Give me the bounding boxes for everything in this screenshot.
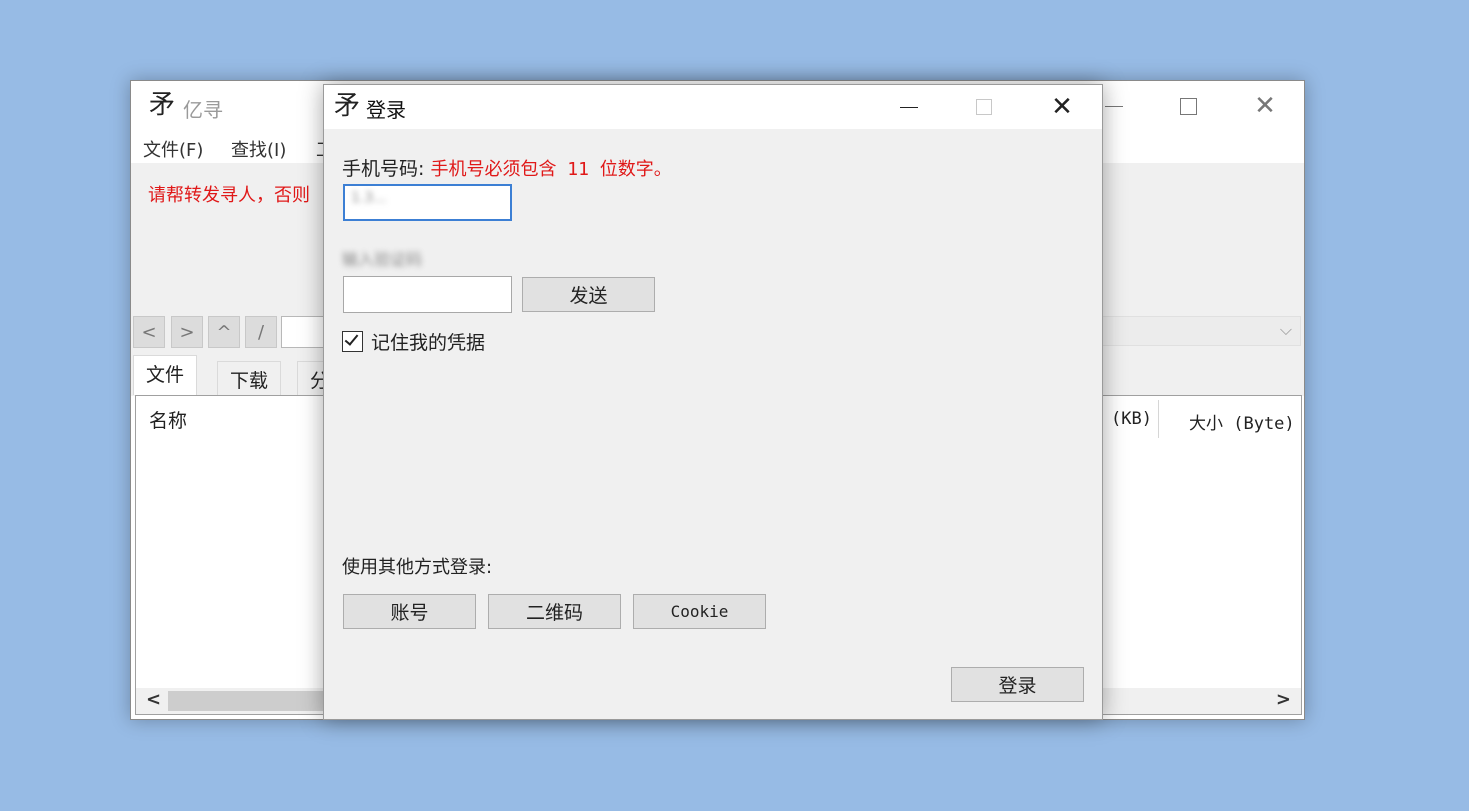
dialog-maximize-button — [946, 85, 1022, 129]
remember-checkbox[interactable] — [342, 331, 363, 352]
verification-code-input[interactable] — [343, 276, 512, 313]
other-login-methods-label: 使用其他方式登录: — [342, 557, 493, 578]
code-input-label: 输入验证码 — [342, 250, 423, 269]
dialog-title: 登录 — [366, 98, 406, 122]
account-login-button[interactable]: 账号 — [343, 594, 476, 629]
maximize-icon — [976, 99, 992, 115]
cookie-login-button[interactable]: Cookie — [633, 594, 766, 629]
close-icon: ✕ — [1051, 92, 1073, 122]
maximize-icon — [1179, 97, 1197, 115]
login-dialog: 矛 登录 ✕ 手机号码: 手机号必须包含 11 位数字。 1.3... 输入验证… — [323, 84, 1103, 720]
minimize-icon — [900, 106, 918, 108]
checkmark-icon — [344, 331, 359, 346]
path-combo[interactable]: ⌵ — [1101, 316, 1301, 346]
phone-input-value: 1.3... — [351, 190, 387, 206]
menu-find[interactable]: 查找(I) — [231, 136, 286, 162]
column-name[interactable]: 名称 — [149, 406, 187, 433]
dialog-close-button[interactable]: ✕ — [1024, 85, 1100, 129]
phone-error-message: 手机号必须包含 11 位数字。 — [430, 159, 672, 180]
qrcode-login-button[interactable]: 二维码 — [488, 594, 621, 629]
up-button[interactable]: ^ — [208, 316, 240, 348]
tab-downloads[interactable]: 下载 — [217, 361, 282, 397]
remember-label[interactable]: 记住我的凭据 — [371, 328, 485, 355]
phone-label-row: 手机号码: 手机号必须包含 11 位数字。 — [342, 154, 672, 181]
chevron-down-icon: ⌵ — [1279, 320, 1292, 339]
scroll-right-icon[interactable]: > — [1276, 689, 1291, 710]
login-button[interactable]: 登录 — [951, 667, 1084, 702]
scroll-left-icon[interactable]: < — [146, 689, 161, 710]
app-logo-icon: 矛 — [149, 90, 176, 120]
tab-files[interactable]: 文件 — [133, 355, 198, 395]
main-close-button[interactable]: ✕ — [1226, 81, 1304, 131]
root-button[interactable]: / — [245, 316, 277, 348]
send-code-button[interactable]: 发送 — [522, 277, 655, 312]
menu-file[interactable]: 文件(F) — [143, 136, 203, 162]
app-logo-icon: 矛 — [334, 91, 361, 121]
column-size-kb[interactable]: (KB) — [1111, 409, 1152, 429]
scroll-thumb[interactable] — [168, 691, 338, 711]
phone-input[interactable]: 1.3... — [343, 184, 512, 221]
column-size-byte[interactable]: 大小 (Byte) — [1189, 409, 1295, 434]
main-maximize-button[interactable] — [1149, 81, 1227, 131]
dialog-minimize-button[interactable] — [871, 85, 947, 129]
back-button[interactable]: < — [133, 316, 165, 348]
minimize-icon — [1105, 105, 1123, 107]
phone-label: 手机号码: — [342, 158, 425, 180]
column-separator — [1158, 400, 1159, 438]
main-window-title: 亿寻 — [183, 98, 223, 122]
remember-credentials-row[interactable]: 记住我的凭据 — [342, 328, 485, 355]
notice-text: 请帮转发寻人，否则 — [148, 185, 310, 206]
close-icon: ✕ — [1254, 91, 1276, 121]
dialog-titlebar: 矛 登录 ✕ — [324, 85, 1102, 129]
forward-button[interactable]: > — [171, 316, 203, 348]
